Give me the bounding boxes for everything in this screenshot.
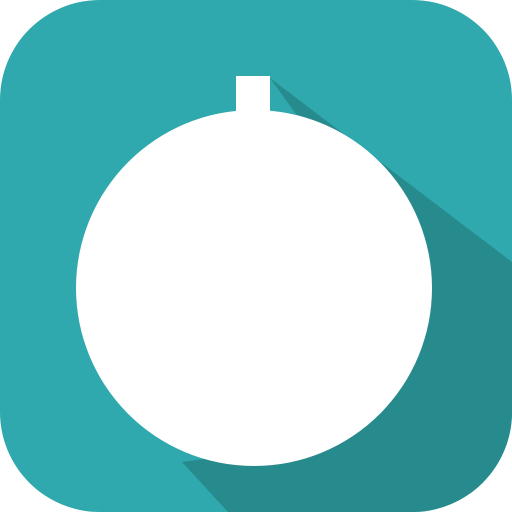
app-icon-graphic [0,0,512,512]
app-icon-tile[interactable] [0,0,512,512]
stopwatch-body [76,110,432,466]
